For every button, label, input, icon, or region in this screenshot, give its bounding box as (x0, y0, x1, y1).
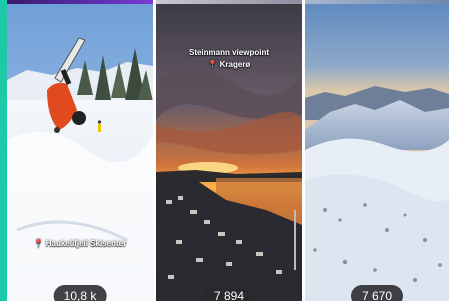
view-count-badge: 7 670 (351, 285, 403, 301)
location-pin-icon: 📍 (207, 60, 218, 69)
location-label: Kragerø (219, 60, 251, 69)
video-thumbnail (7, 0, 153, 301)
location-caption: 📍 Kragerø (156, 60, 302, 70)
video-tile-2[interactable]: Steinmann viewpoint 📍 Kragerø 7 894 (156, 0, 302, 301)
view-count-badge: 10,8 k (53, 285, 107, 301)
location-caption: 📍 Haukelifjell Skisenter (7, 239, 153, 249)
title-caption: Steinmann viewpoint (188, 48, 269, 57)
view-count-badge: 7 894 (203, 285, 255, 301)
video-thumbnail (305, 0, 449, 301)
video-thumbnail (156, 0, 302, 301)
video-tile-3[interactable]: 7 670 (305, 0, 449, 301)
left-accent-bar (0, 0, 7, 301)
location-label: Haukelifjell Skisenter (45, 239, 127, 248)
location-pin-icon: 📍 (33, 239, 44, 248)
video-tile-1[interactable]: 📍 Haukelifjell Skisenter 10,8 k (7, 0, 153, 301)
tile-top-strip (305, 0, 449, 4)
tile-top-strip (156, 0, 302, 4)
tile-top-strip (7, 0, 153, 4)
